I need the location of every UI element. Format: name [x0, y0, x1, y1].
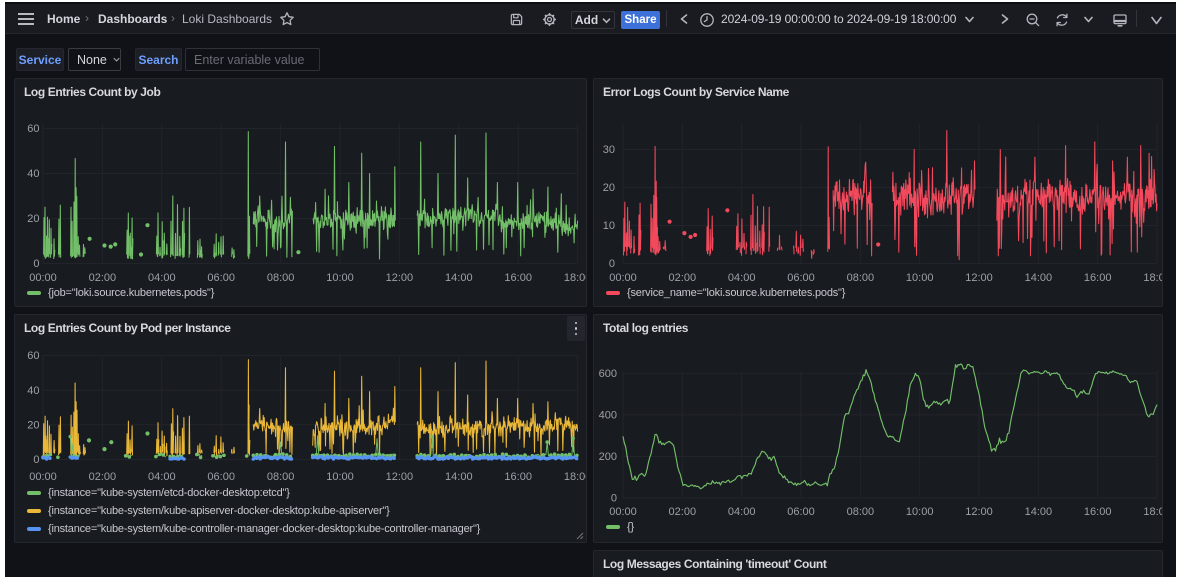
svg-text:00:00: 00:00	[29, 272, 57, 284]
svg-text:10:00: 10:00	[906, 272, 934, 284]
svg-text:00:00: 00:00	[29, 471, 57, 483]
svg-text:0: 0	[609, 258, 615, 270]
svg-text:10:00: 10:00	[326, 471, 354, 483]
svg-text:04:00: 04:00	[728, 272, 756, 284]
svg-text:12:00: 12:00	[965, 506, 993, 518]
svg-text:06:00: 06:00	[207, 471, 235, 483]
svg-text:14:00: 14:00	[445, 471, 473, 483]
svg-text:600: 600	[599, 368, 617, 380]
svg-text:02:00: 02:00	[89, 272, 117, 284]
svg-text:12:00: 12:00	[386, 272, 414, 284]
svg-text:0: 0	[611, 493, 617, 505]
svg-text:200: 200	[599, 451, 617, 463]
svg-text:02:00: 02:00	[89, 471, 117, 483]
svg-text:10:00: 10:00	[906, 506, 934, 518]
svg-text:06:00: 06:00	[787, 506, 815, 518]
svg-text:20: 20	[27, 213, 39, 225]
svg-text:18:00: 18:00	[1143, 506, 1162, 518]
svg-text:10:00: 10:00	[326, 272, 354, 284]
svg-text:08:00: 08:00	[267, 471, 295, 483]
svg-text:14:00: 14:00	[1025, 506, 1053, 518]
svg-text:00:00: 00:00	[609, 272, 637, 284]
svg-text:40: 40	[27, 168, 39, 180]
svg-text:04:00: 04:00	[728, 506, 756, 518]
svg-text:18:00: 18:00	[564, 471, 586, 483]
svg-text:04:00: 04:00	[148, 471, 176, 483]
svg-text:14:00: 14:00	[1025, 272, 1053, 284]
svg-text:0: 0	[33, 454, 39, 466]
svg-text:30: 30	[603, 144, 615, 156]
svg-text:12:00: 12:00	[965, 272, 993, 284]
svg-text:00:00: 00:00	[609, 506, 637, 518]
svg-text:06:00: 06:00	[787, 272, 815, 284]
svg-text:20: 20	[603, 182, 615, 194]
svg-text:08:00: 08:00	[847, 506, 875, 518]
svg-text:02:00: 02:00	[669, 272, 697, 284]
svg-text:18:00: 18:00	[1143, 272, 1162, 284]
svg-text:10: 10	[603, 220, 615, 232]
svg-text:12:00: 12:00	[386, 471, 414, 483]
svg-text:14:00: 14:00	[445, 272, 473, 284]
svg-text:20: 20	[27, 420, 39, 432]
svg-text:08:00: 08:00	[847, 272, 875, 284]
svg-text:16:00: 16:00	[1084, 506, 1112, 518]
svg-text:60: 60	[27, 350, 39, 362]
svg-text:40: 40	[27, 385, 39, 397]
svg-text:400: 400	[599, 410, 617, 422]
svg-text:16:00: 16:00	[504, 471, 532, 483]
svg-text:04:00: 04:00	[148, 272, 176, 284]
svg-text:02:00: 02:00	[669, 506, 697, 518]
svg-text:0: 0	[33, 258, 39, 270]
svg-text:60: 60	[27, 123, 39, 135]
svg-text:08:00: 08:00	[267, 272, 295, 284]
svg-text:06:00: 06:00	[207, 272, 235, 284]
svg-text:16:00: 16:00	[504, 272, 532, 284]
svg-text:16:00: 16:00	[1084, 272, 1112, 284]
svg-text:18:00: 18:00	[564, 272, 586, 284]
